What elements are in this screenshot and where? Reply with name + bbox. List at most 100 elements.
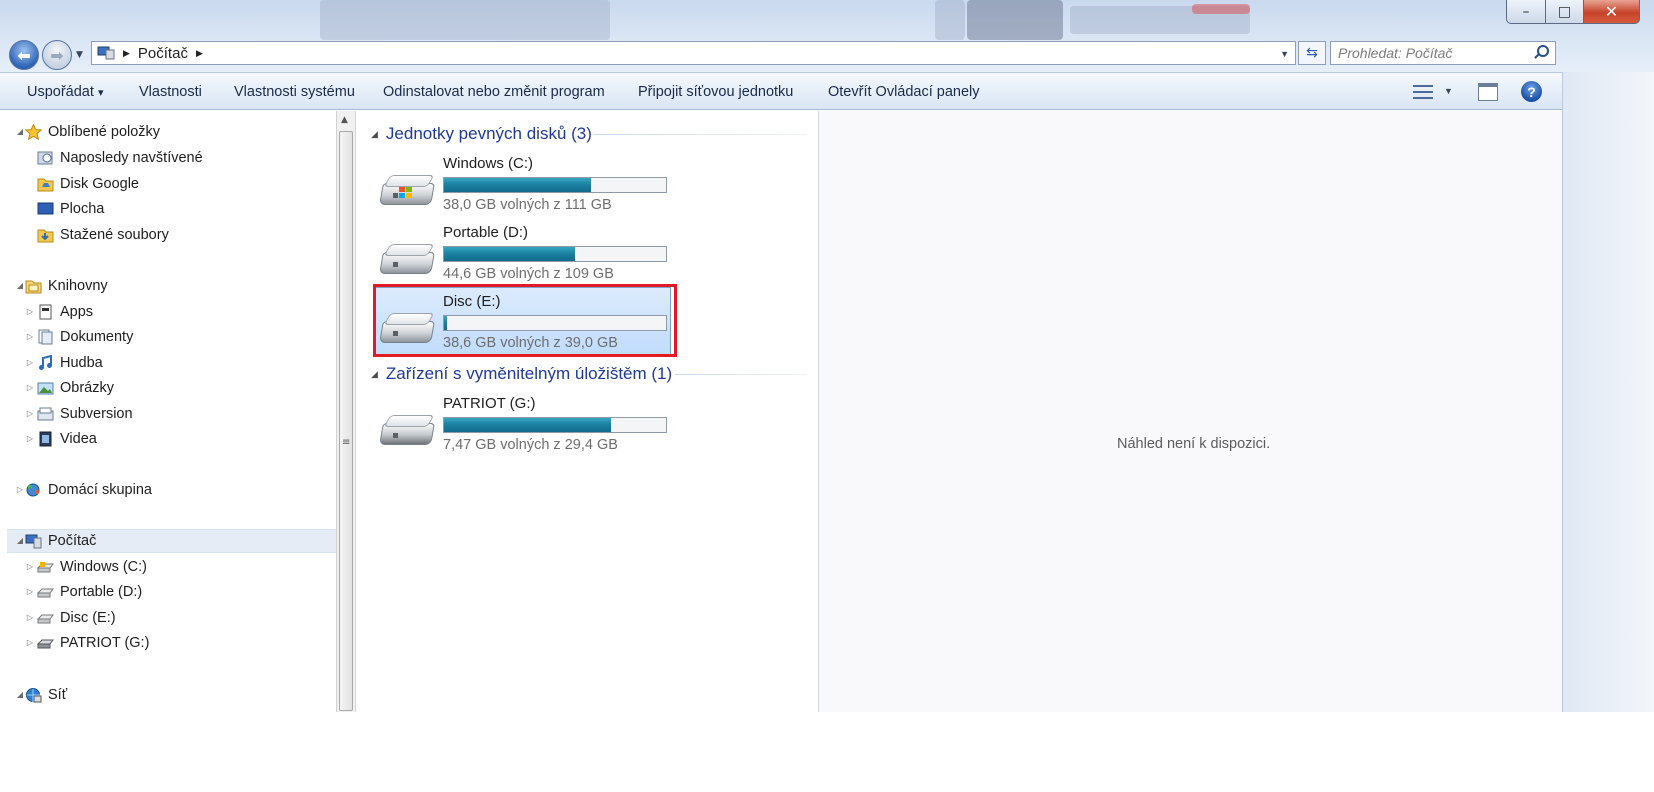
- capacity-bar-fill: [444, 178, 591, 192]
- properties-button[interactable]: Vlastnosti: [139, 84, 202, 100]
- scroll-up-icon[interactable]: ▲: [341, 115, 348, 125]
- drive-name: Portable (D:): [443, 224, 529, 241]
- nav-label: Knihovny: [48, 278, 108, 294]
- maximize-button[interactable]: □: [1546, 0, 1584, 24]
- organize-button[interactable]: Uspořádat ▾: [27, 84, 103, 100]
- nav-item-videos[interactable]: ▷ Videa: [25, 428, 97, 450]
- view-dropdown-icon[interactable]: ▼: [1444, 86, 1453, 96]
- breadcrumb-computer[interactable]: Počítač: [138, 45, 188, 62]
- nav-item-drive-g[interactable]: ▷ PATRIOT (G:): [25, 632, 150, 654]
- collapse-arrow-icon[interactable]: ▷: [25, 403, 35, 425]
- group-divider: [675, 374, 807, 375]
- nav-item-recent-places[interactable]: Naposledy navštívené: [37, 147, 203, 169]
- expand-arrow-icon[interactable]: ◢: [15, 121, 25, 143]
- nav-label: Videa: [60, 431, 97, 447]
- nav-computer[interactable]: ◢ Počítač: [15, 530, 96, 552]
- nav-item-pictures[interactable]: ▷ Obrázky: [25, 377, 114, 399]
- collapse-arrow-icon[interactable]: ▷: [25, 377, 35, 399]
- nav-label: Domácí skupina: [48, 482, 152, 498]
- background-blur: [935, 0, 965, 40]
- refresh-button[interactable]: ⇆: [1298, 41, 1326, 65]
- collapse-arrow-icon[interactable]: ▷: [25, 607, 35, 629]
- nav-item-google-drive[interactable]: Disk Google: [37, 173, 139, 195]
- collapse-group-icon[interactable]: ◢: [371, 369, 378, 380]
- address-bar[interactable]: ▶ Počítač ▶ ▼: [91, 41, 1296, 65]
- hard-drive-icon: [379, 244, 435, 282]
- nav-label: Disk Google: [60, 176, 139, 192]
- nav-item-apps[interactable]: ▷ Apps: [25, 301, 93, 323]
- drive-name: Windows (C:): [443, 155, 534, 172]
- navigation-pane: ◢ Oblíbené položky Naposledy navštívené …: [7, 111, 336, 712]
- nav-item-documents[interactable]: ▷ Dokumenty: [25, 326, 133, 348]
- apps-library-icon: [37, 304, 54, 320]
- group-header-removable[interactable]: ◢ Zařízení s vyměnitelným úložištěm (1): [371, 362, 672, 386]
- history-dropdown-icon[interactable]: ▼: [76, 50, 83, 60]
- collapse-arrow-icon[interactable]: ▷: [25, 556, 35, 578]
- help-icon[interactable]: ?: [1521, 81, 1542, 102]
- group-header-hard-drives[interactable]: ◢ Jednotky pevných disků (3): [371, 122, 592, 146]
- map-network-drive-button[interactable]: Připojit síťovou jednotku: [638, 84, 793, 100]
- nav-item-music[interactable]: ▷ Hudba: [25, 352, 103, 374]
- breadcrumb-arrow-icon[interactable]: ▶: [123, 48, 130, 59]
- collapse-arrow-icon[interactable]: ▷: [25, 326, 35, 348]
- expand-arrow-icon[interactable]: ◢: [15, 684, 25, 706]
- nav-item-desktop[interactable]: Plocha: [37, 198, 104, 220]
- grip-icon: ≡: [342, 437, 351, 448]
- nav-item-subversion[interactable]: ▷ Subversion: [25, 403, 133, 425]
- group-title: Zařízení s vyměnitelným úložištěm (1): [385, 364, 673, 383]
- nav-favorites[interactable]: ◢ Oblíbené položky: [15, 121, 160, 143]
- nav-label: Disc (E:): [60, 610, 116, 626]
- drive-free-space: 44,6 GB volných z 109 GB: [443, 266, 614, 282]
- nav-label: Stažené soubory: [60, 227, 169, 243]
- address-dropdown-icon[interactable]: ▼: [1280, 49, 1289, 59]
- expand-arrow-icon[interactable]: ◢: [15, 530, 25, 552]
- search-icon[interactable]: [1537, 45, 1549, 57]
- view-options-icon[interactable]: [1413, 83, 1433, 101]
- subversion-library-icon: [37, 406, 54, 422]
- expand-arrow-icon[interactable]: ◢: [15, 275, 25, 297]
- nav-label: Síť: [48, 687, 68, 703]
- forward-button[interactable]: ➡: [42, 40, 72, 70]
- pictures-icon: [37, 380, 54, 396]
- capacity-bar: [443, 177, 667, 193]
- scrollbar-thumb[interactable]: ≡: [339, 131, 353, 711]
- videos-icon: [37, 431, 54, 447]
- collapse-arrow-icon[interactable]: ▷: [25, 428, 35, 450]
- nav-homegroup[interactable]: ▷ Domácí skupina: [15, 479, 152, 501]
- nav-label: Oblíbené položky: [48, 124, 161, 140]
- nav-libraries[interactable]: ◢ Knihovny: [15, 275, 108, 297]
- breadcrumb-arrow-icon[interactable]: ▶: [196, 48, 203, 59]
- drive-item-g[interactable]: PATRIOT (G:) 7,47 GB volných z 29,4 GB: [373, 395, 673, 461]
- nav-label: Obrázky: [60, 380, 114, 396]
- system-properties-button[interactable]: Vlastnosti systému: [234, 84, 355, 100]
- window-edge: [1562, 72, 1654, 712]
- minimize-button[interactable]: –: [1506, 0, 1546, 24]
- chevron-down-icon: ▾: [97, 87, 104, 99]
- drive-item-d[interactable]: Portable (D:) 44,6 GB volných z 109 GB: [373, 224, 673, 290]
- collapse-arrow-icon[interactable]: ▷: [25, 581, 35, 603]
- hard-drive-icon: [36, 584, 54, 600]
- search-input[interactable]: Prohledat: Počítač: [1330, 41, 1556, 65]
- arrow-right-icon: ➡: [50, 45, 64, 65]
- nav-network[interactable]: ◢ Síť: [15, 684, 67, 706]
- highlight-box: [373, 284, 677, 357]
- nav-label: Hudba: [60, 355, 103, 371]
- back-button[interactable]: ⬅: [9, 40, 39, 70]
- open-control-panel-button[interactable]: Otevřít Ovládací panely: [828, 84, 980, 100]
- nav-item-drive-c[interactable]: ▷ Windows (C:): [25, 556, 147, 578]
- nav-scrollbar[interactable]: ▲ ≡: [336, 111, 356, 712]
- nav-item-drive-d[interactable]: ▷ Portable (D:): [25, 581, 142, 603]
- collapse-arrow-icon[interactable]: ▷: [25, 632, 35, 654]
- nav-item-drive-e[interactable]: ▷ Disc (E:): [25, 607, 116, 629]
- collapse-group-icon[interactable]: ◢: [371, 129, 378, 140]
- drive-item-c[interactable]: Windows (C:) 38,0 GB volných z 111 GB: [373, 155, 673, 221]
- uninstall-program-button[interactable]: Odinstalovat nebo změnit program: [383, 84, 605, 100]
- preview-pane-icon[interactable]: [1478, 83, 1498, 101]
- collapse-arrow-icon[interactable]: ▷: [15, 479, 25, 501]
- nav-item-downloads[interactable]: Stažené soubory: [37, 224, 169, 246]
- close-button[interactable]: ✕: [1584, 0, 1640, 24]
- collapse-arrow-icon[interactable]: ▷: [25, 301, 35, 323]
- collapse-arrow-icon[interactable]: ▷: [25, 352, 35, 374]
- star-icon: [24, 123, 43, 141]
- group-title: Jednotky pevných disků (3): [385, 124, 592, 143]
